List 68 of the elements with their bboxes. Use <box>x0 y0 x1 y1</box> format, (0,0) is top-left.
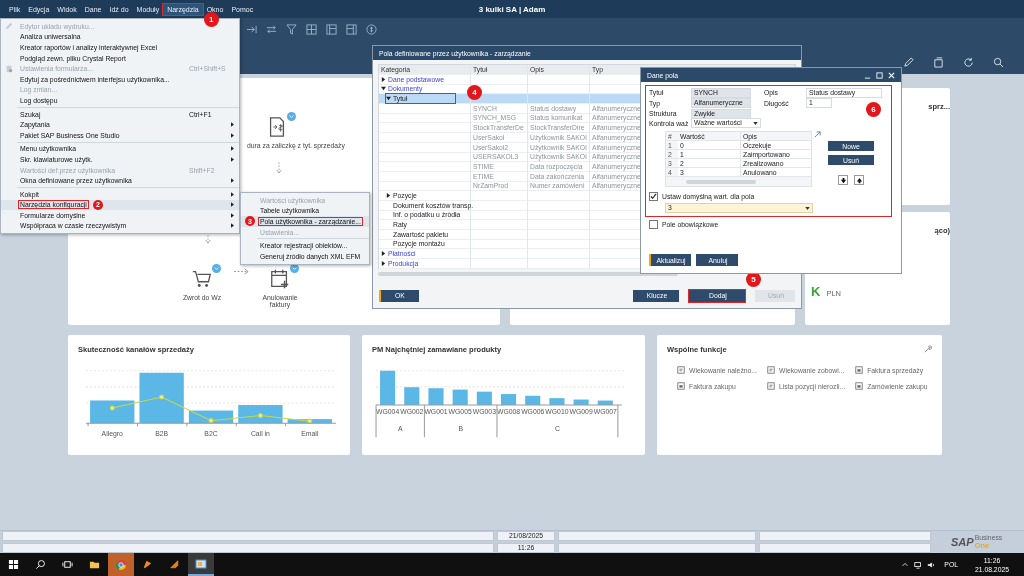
search-icon[interactable] <box>35 559 46 570</box>
close-icon[interactable] <box>888 71 895 79</box>
refresh-icon[interactable] <box>963 57 974 68</box>
arrow-to-bar-icon[interactable] <box>246 24 257 35</box>
callout-badge: 4 <box>467 85 482 101</box>
arrow-down-icon <box>205 232 211 245</box>
bar <box>501 394 517 405</box>
bar <box>525 395 541 405</box>
dropdown-arrow-icon <box>753 121 758 125</box>
windows-start-icon[interactable] <box>8 559 19 570</box>
pencil-icon <box>5 22 13 31</box>
report-icon <box>767 382 775 390</box>
expand-icon[interactable] <box>814 131 821 138</box>
bar <box>139 372 184 424</box>
dropdown-arrow-icon <box>805 206 810 210</box>
bar <box>476 391 492 405</box>
layout-icon[interactable] <box>346 24 357 35</box>
bar <box>452 389 468 405</box>
bar <box>380 370 396 405</box>
sheet-icon[interactable] <box>933 57 944 68</box>
app-window-icon <box>195 557 207 570</box>
arrow-right-icon <box>234 268 250 275</box>
calendar-plus-icon[interactable] <box>269 268 291 290</box>
app-icon[interactable] <box>169 559 180 570</box>
filter-icon[interactable] <box>286 24 297 35</box>
window-title: 3 kulki SA | Adam <box>478 4 546 14</box>
cart-icon[interactable] <box>191 268 213 290</box>
form-icon <box>855 382 864 390</box>
bar <box>597 400 613 405</box>
submenu-arrow-icon <box>231 178 234 184</box>
layout-icon[interactable] <box>326 24 337 35</box>
logo-text: SAP <box>951 536 974 548</box>
network-icon[interactable] <box>914 560 923 569</box>
report-icon <box>767 366 775 374</box>
speaker-icon[interactable] <box>927 560 936 569</box>
form-icon <box>5 64 13 73</box>
browser-icon <box>115 558 127 571</box>
callout-badge: 6 <box>866 102 881 117</box>
form-icon <box>677 382 685 390</box>
swap-arrows-icon[interactable] <box>266 24 277 35</box>
report-icon <box>677 366 685 374</box>
bar <box>238 405 283 424</box>
arrow-down-icon <box>276 162 282 175</box>
form-icon <box>855 366 864 374</box>
kpi-value: K <box>811 284 821 299</box>
bar <box>549 398 565 405</box>
search-icon[interactable] <box>993 57 1004 68</box>
chevron-up-icon[interactable] <box>901 560 910 569</box>
move-down-button[interactable] <box>838 175 848 185</box>
grid-icon[interactable] <box>306 24 317 35</box>
scrollbar[interactable] <box>378 272 678 277</box>
task-view-icon[interactable] <box>62 559 73 570</box>
maximize-icon[interactable] <box>876 71 883 79</box>
folder-icon[interactable] <box>89 559 100 570</box>
bar <box>573 399 589 405</box>
collapsed-arrow-icon <box>381 76 386 82</box>
pencil-icon[interactable] <box>903 57 914 68</box>
move-up-button[interactable] <box>854 175 864 185</box>
scrollbar[interactable] <box>686 180 756 184</box>
checkbox[interactable] <box>649 220 658 229</box>
bar <box>404 387 420 405</box>
taskbar-app[interactable] <box>188 553 214 576</box>
coin-icon[interactable] <box>366 24 377 35</box>
bar <box>90 400 135 424</box>
collapsed-arrow-icon <box>386 192 391 198</box>
checkbox[interactable] <box>649 192 658 201</box>
app-icon[interactable] <box>142 559 153 570</box>
wrench-icon[interactable] <box>923 345 932 354</box>
